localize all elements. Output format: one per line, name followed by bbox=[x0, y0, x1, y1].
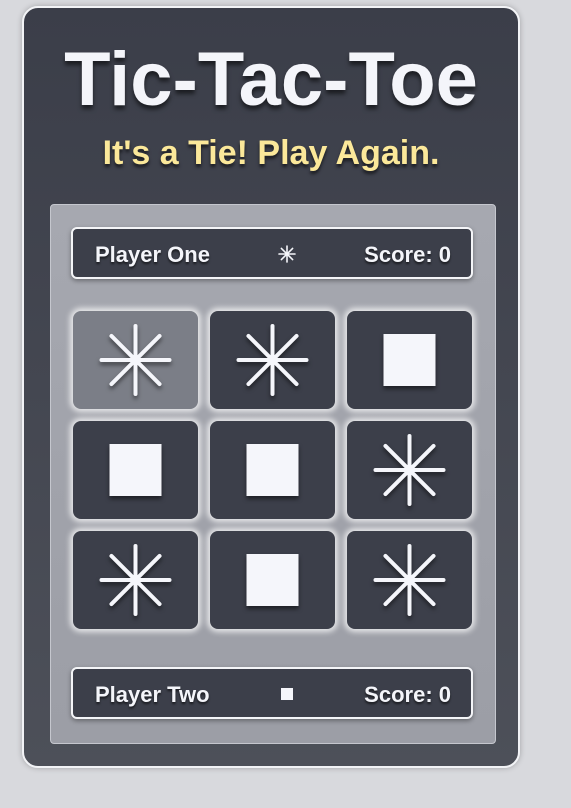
square-icon bbox=[281, 688, 293, 700]
star-icon bbox=[373, 544, 446, 616]
board-panel: Player One Score: 0 Player Two Score: 0 bbox=[50, 204, 496, 744]
board-cell-3-1[interactable] bbox=[73, 531, 198, 629]
square-icon bbox=[246, 554, 299, 606]
star-icon bbox=[99, 324, 172, 396]
game-board bbox=[73, 311, 473, 631]
game-window: Tic-Tac-Toe It's a Tie! Play Again. Play… bbox=[22, 6, 520, 768]
board-cell-2-1[interactable] bbox=[73, 421, 198, 519]
star-icon bbox=[278, 245, 296, 263]
star-icon bbox=[99, 544, 172, 616]
player-one-bar: Player One Score: 0 bbox=[71, 227, 473, 279]
player-one-name: Player One bbox=[95, 242, 210, 267]
square-icon bbox=[109, 444, 162, 496]
board-cell-3-2[interactable] bbox=[210, 531, 335, 629]
board-cell-1-1[interactable] bbox=[73, 311, 198, 409]
board-cell-2-2[interactable] bbox=[210, 421, 335, 519]
board-cell-3-3[interactable] bbox=[347, 531, 472, 629]
square-icon bbox=[246, 444, 299, 496]
player-two-score: Score: 0 bbox=[364, 682, 451, 707]
player-two-name: Player Two bbox=[95, 682, 210, 707]
player-one-score: Score: 0 bbox=[364, 242, 451, 267]
star-icon bbox=[373, 434, 446, 506]
board-cell-1-3[interactable] bbox=[347, 311, 472, 409]
star-icon bbox=[236, 324, 309, 396]
board-cell-2-3[interactable] bbox=[347, 421, 472, 519]
square-icon bbox=[383, 334, 436, 386]
game-title: Tic-Tac-Toe bbox=[64, 37, 478, 122]
game-status-message[interactable]: It's a Tie! Play Again. bbox=[24, 136, 518, 170]
board-cell-1-2[interactable] bbox=[210, 311, 335, 409]
player-two-bar: Player Two Score: 0 bbox=[71, 667, 473, 719]
